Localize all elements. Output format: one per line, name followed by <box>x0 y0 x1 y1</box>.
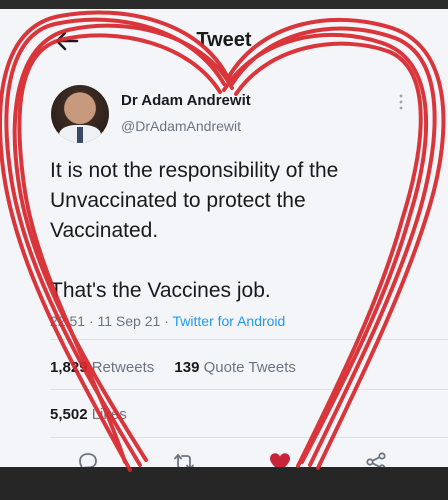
quote-tweets-stat[interactable]: 139 Quote Tweets <box>174 359 295 376</box>
divider <box>50 437 448 438</box>
more-vertical-icon[interactable] <box>398 93 404 111</box>
quote-tweets-count: 139 <box>174 359 200 376</box>
tweet-line: Vaccinated. <box>50 219 159 242</box>
author-handle[interactable]: @DrAdamAndrewit <box>121 118 241 134</box>
bottom-dark-bar <box>0 467 448 500</box>
tweet-client-link[interactable]: Twitter for Android <box>173 313 286 329</box>
quote-tweets-label: Quote Tweets <box>203 359 296 376</box>
tweet-line: Unvaccinated to protect the <box>50 189 306 212</box>
retweets-stat[interactable]: 1,829 Retweets <box>50 359 158 376</box>
retweets-label: Retweets <box>91 359 155 376</box>
meta-separator: · <box>164 313 169 329</box>
likes-count: 5,502 <box>50 406 88 423</box>
meta-separator: · <box>88 313 94 329</box>
heart-filled-icon[interactable] <box>268 451 292 467</box>
author-avatar[interactable] <box>51 85 109 143</box>
tweet-line: It is not the responsibility of the <box>50 159 339 182</box>
page-title: Tweet <box>196 29 252 51</box>
likes-label: Likes <box>91 406 127 423</box>
share-icon[interactable] <box>364 451 388 467</box>
reply-icon[interactable] <box>76 451 100 467</box>
tweet-text: It is not the responsibility of the Unva… <box>50 156 410 306</box>
likes-stat[interactable]: 5,502 Likes <box>50 406 127 423</box>
tweet-meta: 22:51 · 11 Sep 21 · Twitter for Android <box>50 313 285 329</box>
author-name[interactable]: Dr Adam Andrewit <box>121 92 251 109</box>
tweet-time: 22:51 <box>50 313 86 329</box>
tweet-screen: Tweet Dr Adam Andrewit @DrAdamAndrewit I… <box>0 9 448 467</box>
divider <box>50 339 448 340</box>
tweet-closing-line: That's the Vaccines job. <box>50 279 271 302</box>
engagement-stats: 1,829 Retweets 139 Quote Tweets <box>50 359 296 376</box>
tweet-date: 11 Sep 21 <box>97 313 161 329</box>
divider <box>50 389 448 390</box>
avatar-tie <box>77 127 83 143</box>
retweets-count: 1,829 <box>50 359 88 376</box>
retweet-icon[interactable] <box>172 451 196 467</box>
